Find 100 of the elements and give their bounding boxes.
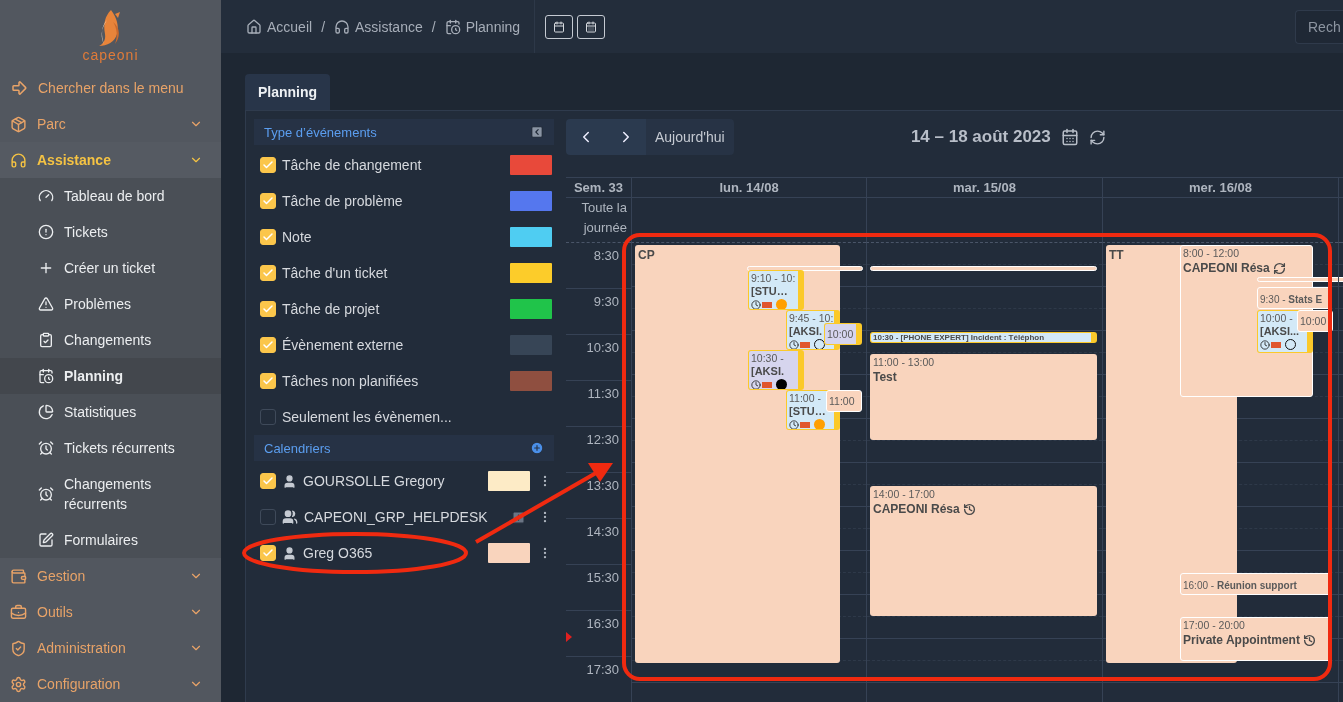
breadcrumb-separator: /: [321, 18, 326, 35]
tab[interactable]: Planning: [245, 74, 331, 110]
color-swatch[interactable]: [510, 263, 552, 283]
arrow-right-icon: [10, 79, 28, 97]
headphones-icon: [10, 151, 27, 169]
calendar-label: CAPEONI_GRP_HELPDESK: [304, 509, 489, 525]
event-bar[interactable]: [1257, 277, 1343, 282]
breadcrumb-link[interactable]: Assistance: [334, 18, 423, 35]
event-title: [AKSI.: [751, 364, 784, 378]
clock-icon: [1260, 339, 1270, 350]
calendar-event[interactable]: 14:00 - 17:00 CAPEONI Résa: [870, 486, 1097, 616]
day-header: mer. 16/08: [1102, 178, 1338, 198]
event-title: CP: [638, 247, 655, 263]
event-title: 10:30 - [PHONE EXPERT] Incident : Téléphon: [873, 334, 1046, 342]
color-swatch[interactable]: [510, 299, 552, 319]
time-label: 10:30: [585, 339, 620, 357]
alert-circle-icon: [38, 224, 54, 240]
all-day-cell[interactable]: [1338, 198, 1343, 243]
breadcrumb-link[interactable]: Planning: [444, 18, 521, 35]
all-day-cell[interactable]: [631, 198, 866, 243]
event-time: 14:00 - 17:00: [873, 488, 936, 501]
check-icon: [262, 475, 274, 487]
calendar-clock-icon: [444, 18, 461, 35]
color-swatch[interactable]: [510, 227, 552, 247]
plus-icon: [38, 260, 54, 276]
day-header: lun. 14/08: [631, 178, 866, 198]
menu-search-link[interactable]: Chercher dans le menu: [0, 70, 221, 106]
calendar-event[interactable]: 17:00 - 20:00 Private Appointment: [1180, 617, 1331, 661]
event-time: 11:00 -: [789, 392, 822, 404]
warning-icon: [38, 296, 54, 312]
sidebar-section[interactable]: Parc: [0, 106, 221, 142]
breadcrumb-link[interactable]: Accueil: [246, 18, 313, 35]
sidebar-section[interactable]: Outils: [0, 594, 221, 630]
ticket-event[interactable]: 10:30 - [AKSI.: [748, 350, 804, 390]
event-time: 11:00 - 13:00: [873, 356, 936, 369]
pie-chart-icon: [38, 404, 54, 420]
calendar-event[interactable]: 9:30 - Stats E: [1257, 287, 1331, 309]
event-time: 10:30 -: [751, 352, 785, 364]
shield-icon: [10, 639, 27, 657]
calendar-event[interactable]: 10:00: [824, 323, 862, 345]
sidebar-section[interactable]: Configuration: [0, 666, 221, 702]
sidebar-section[interactable]: Administration: [0, 630, 221, 666]
collapse-icon[interactable]: [530, 125, 544, 139]
filter-label: Seulement les évènemen...: [282, 409, 453, 425]
filter-label: Tâche de projet: [282, 301, 381, 317]
sidebar-item[interactable]: Planning: [0, 358, 221, 394]
sidebar-section[interactable]: Gestion: [0, 558, 221, 594]
check-icon: [262, 195, 274, 207]
checkbox[interactable]: [260, 509, 276, 525]
calendar-event[interactable]: 11:00: [826, 390, 862, 412]
briefcase-icon: [10, 603, 27, 621]
time-label: 11:30: [586, 385, 620, 403]
users-icon: [282, 509, 298, 525]
ticket-event[interactable]: 9:10 - 10: [STU…: [748, 270, 804, 310]
calendar-button[interactable]: [545, 14, 574, 39]
time-label: 8:30: [592, 247, 620, 265]
priority-marker: [762, 301, 772, 308]
color-swatch[interactable]: [488, 543, 530, 563]
section-title: Type d’événements: [264, 124, 377, 140]
calendar-icon[interactable]: [1060, 128, 1079, 146]
calendar-label: Greg O365: [303, 545, 374, 561]
time-label: 14:30: [585, 523, 620, 541]
color-swatch[interactable]: [510, 371, 552, 391]
calendar-event[interactable]: 11:00 - 13:00 Test: [870, 354, 1097, 440]
check-icon: [262, 303, 274, 315]
color-swatch[interactable]: [510, 155, 552, 175]
filter-label: Tâche d'un ticket: [282, 265, 389, 281]
box-icon: [10, 115, 27, 133]
user-icon: [282, 545, 297, 561]
today-button[interactable]: Aujourd'hui: [646, 119, 734, 155]
checkbox[interactable]: [260, 409, 276, 425]
wallet-icon: [10, 567, 27, 585]
check-icon: [262, 231, 274, 243]
logo-text: capeoni: [82, 48, 139, 62]
gauge-icon: [38, 188, 54, 204]
clock-icon: [789, 339, 799, 349]
refresh-icon[interactable]: [1088, 128, 1106, 146]
color-swatch[interactable]: [488, 471, 530, 491]
color-swatch[interactable]: [510, 191, 552, 211]
event-title: [STU…: [751, 284, 788, 298]
clock-icon: [789, 419, 799, 429]
search-field[interactable]: Rech: [1295, 9, 1343, 44]
event-time: 9:45 - 10:: [789, 312, 832, 324]
calendar-event[interactable]: 16:00 - Réunion support: [1180, 573, 1331, 595]
week-number: Sem. 33: [566, 178, 631, 198]
check-icon: [262, 375, 274, 387]
add-icon[interactable]: [530, 441, 544, 455]
color-swatch[interactable]: [510, 335, 552, 355]
time-label: 16:30: [585, 615, 620, 633]
event-time: 9:10 - 10:: [751, 272, 796, 284]
filter-label: Évènement externe: [282, 337, 405, 353]
add-icon[interactable]: [511, 509, 526, 525]
calendar-clock-icon: [38, 368, 54, 384]
priority-marker: [800, 421, 810, 428]
all-day-cell[interactable]: [866, 198, 1102, 243]
priority-marker: [800, 341, 810, 348]
all-day-cell[interactable]: [1102, 198, 1338, 243]
ticket-event[interactable]: 10:30 - [PHONE EXPERT] Incident : Téléphon: [870, 332, 1097, 343]
calendar-days-button[interactable]: [577, 14, 606, 39]
date-range-title: 14 – 18 août 2023: [910, 127, 1051, 147]
